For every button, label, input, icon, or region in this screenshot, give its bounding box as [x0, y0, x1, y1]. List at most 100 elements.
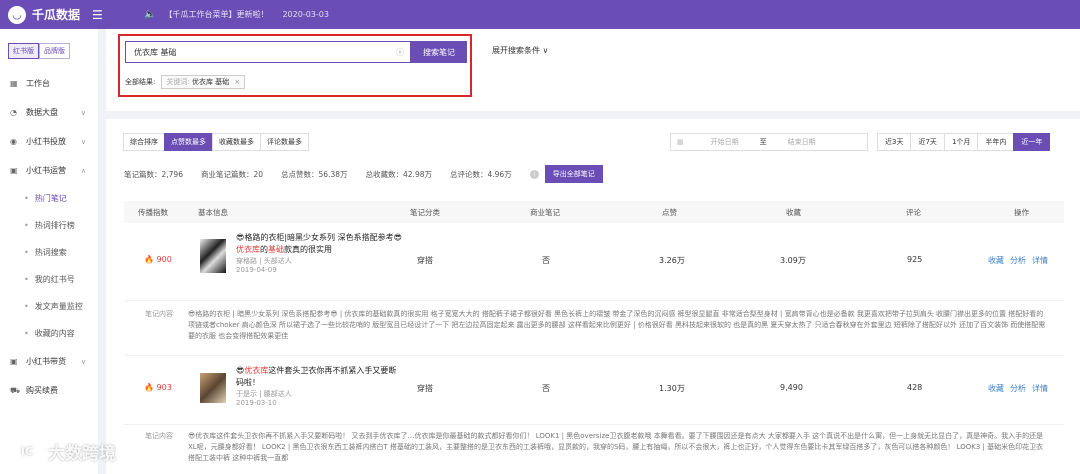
title-highlight: 优衣库 — [244, 366, 269, 375]
analyze-link[interactable]: 分析 — [1010, 256, 1026, 265]
title-highlight: 优衣库 — [236, 245, 260, 254]
table-row: 🔥 900 😎格路的衣柜|暗黑少女系列 深色系搭配参考😎 优衣库的基础款真的很实用… — [124, 229, 1064, 293]
menu-toggle-icon[interactable]: ☰ — [92, 8, 108, 22]
note-content-label: 笔记内容 — [145, 310, 173, 318]
tab-period-7d[interactable]: 近7天 — [910, 133, 945, 151]
analyze-link[interactable]: 分析 — [1010, 384, 1026, 393]
chevron-up-icon: ∧ — [80, 166, 86, 175]
col-collects[interactable]: 收藏 — [786, 207, 801, 218]
result-label: 全部结果: — [125, 78, 156, 86]
brand-logo-icon: ◡ — [8, 5, 26, 24]
sidebar-sub-monitor[interactable]: 发文声量监控 — [0, 293, 98, 320]
expand-label: 展开搜索条件 — [492, 46, 540, 55]
search-input-value: 优衣库 基础 — [134, 47, 177, 57]
tab-period-1y[interactable]: 近一年 — [1013, 133, 1051, 151]
watermark-icon: IC — [12, 436, 42, 466]
tab-sort-comments[interactable]: 评论数最多 — [260, 133, 309, 151]
col-spread-index[interactable]: 传播指数 — [138, 207, 168, 218]
keyword-chip[interactable]: 关键词: 优衣库 基础 × — [161, 75, 246, 89]
note-thumbnail[interactable] — [200, 373, 226, 403]
sidebar-sub-hot-notes[interactable]: 热门笔记 — [0, 185, 98, 212]
note-thumbnail[interactable] — [200, 239, 226, 273]
close-icon[interactable]: × — [234, 78, 240, 86]
chip-key: 关键词: — [166, 78, 190, 86]
sidebar-sub-word-search[interactable]: 热词搜索 — [0, 239, 98, 266]
search-box-highlight: 优衣库 基础 ⓧ 搜索笔记 全部结果: 关键词: 优衣库 基础 × — [118, 34, 472, 97]
export-button[interactable]: 导出全部笔记 — [544, 165, 603, 183]
sidebar-item-purchase[interactable]: ⛟ 购买续费 — [0, 376, 98, 405]
spread-index: 🔥 903 — [144, 383, 172, 392]
date-range-picker[interactable]: ▦ 开始日期 至 结束日期 — [670, 133, 868, 151]
results-panel: 综合排序 点赞数最多 收藏数最多 评论数最多 ▦ 开始日期 至 结束日期 近3天… — [106, 119, 1080, 474]
spread-index-value: 900 — [156, 255, 172, 264]
tab-period-1m[interactable]: 1个月 — [943, 133, 979, 151]
collect-link[interactable]: 收藏 — [988, 256, 1004, 265]
cart-icon: ⛟ — [10, 385, 21, 395]
sidebar-item-label: 小红书运营 — [26, 166, 66, 175]
sidebar: 红书版 品牌版 ▦ 工作台 ◔ 数据大盘 ∨ ◉ 小红书投放 ∨ ▣ 小红书运营… — [0, 29, 98, 474]
pie-chart-icon: ◔ — [10, 108, 17, 117]
col-category: 笔记分类 — [410, 208, 440, 217]
note-author[interactable]: 穿格路 | 头部达人 — [236, 256, 404, 266]
sidebar-item-commerce[interactable]: ▣ 小红书带货 ∨ — [0, 347, 98, 376]
info-icon[interactable]: i — [529, 169, 539, 179]
sidebar-item-ads[interactable]: ◉ 小红书投放 ∨ — [0, 127, 98, 156]
note-author[interactable]: 于是示 | 腰部达人 — [236, 389, 404, 399]
notice-text[interactable]: 【千瓜工作台菜单】更新啦！ — [164, 9, 268, 20]
tab-sort-likes[interactable]: 点赞数最多 — [164, 133, 213, 151]
sidebar-sub-my-account[interactable]: 我的红书号 — [0, 266, 98, 293]
result-filters: 全部结果: 关键词: 优衣库 基础 × — [125, 75, 246, 89]
tab-sort-general[interactable]: 综合排序 — [123, 133, 165, 151]
search-button[interactable]: 搜索笔记 — [411, 41, 467, 63]
sidebar-item-label: 小红书投放 — [26, 137, 66, 146]
note-title[interactable]: 😎格路的衣柜|暗黑少女系列 深色系搭配参考😎 优衣库的基础款真的很实用 — [236, 232, 404, 256]
sidebar-item-workbench[interactable]: ▦ 工作台 — [0, 69, 98, 98]
col-likes[interactable]: 点赞 — [662, 207, 677, 218]
row-actions: 收藏 分析 详情 — [988, 383, 1054, 394]
search-input[interactable]: 优衣库 基础 ⓧ — [125, 41, 411, 63]
target-icon: ◉ — [10, 137, 17, 146]
chevron-down-icon: ∨ — [80, 357, 86, 366]
sidebar-item-label: 购买续费 — [26, 386, 58, 395]
detail-link[interactable]: 详情 — [1032, 256, 1048, 265]
expand-conditions-button[interactable]: 展开搜索条件 ∨ — [492, 45, 548, 56]
note-category: 穿搭 — [417, 384, 433, 393]
col-commercial: 商业笔记 — [530, 208, 560, 217]
col-comments[interactable]: 评论 — [906, 207, 921, 218]
tab-period-6m[interactable]: 半年内 — [977, 133, 1015, 151]
title-part: 款真的很实用 — [284, 245, 332, 254]
sidebar-item-operations[interactable]: ▣ 小红书运营 ∧ — [0, 156, 98, 185]
stat-collects: 总收藏数：42.98万 — [365, 169, 432, 179]
stat-commercial: 商业笔记篇数：20 — [200, 169, 264, 179]
tab-brand[interactable]: 品牌版 — [39, 43, 70, 59]
stat-likes: 总点赞数：56.38万 — [281, 169, 348, 179]
table-row: 🔥 903 😎优衣库这件套头卫衣你再不抓紧入手又要断码啦！ 于是示 | 腰部达人… — [124, 361, 1064, 421]
calendar-icon: ▣ — [10, 166, 18, 175]
note-content-text: 😎优衣库这件套头卫衣你再不抓紧入手又要断码啦！ 又去到手优衣库了…优衣库是你最基… — [188, 432, 1044, 462]
note-collects: 9,490 — [780, 383, 803, 392]
note-info: 😎优衣库这件套头卫衣你再不抓紧入手又要断码啦！ 于是示 | 腰部达人 2019-… — [236, 365, 404, 407]
period-tabs: 近3天 近7天 1个月 半年内 近一年 — [877, 133, 1051, 151]
tab-red-book[interactable]: 红书版 — [8, 43, 39, 59]
sidebar-sub-hot-words[interactable]: 热词排行榜 — [0, 212, 98, 239]
collect-link[interactable]: 收藏 — [988, 384, 1004, 393]
watermark-logo: IC 大数跨境 — [12, 436, 116, 466]
start-date-input[interactable]: 开始日期 — [690, 137, 760, 147]
note-collects: 3.09万 — [780, 256, 806, 265]
title-highlight: 基础 — [268, 245, 284, 254]
row-divider — [124, 300, 1064, 301]
tab-sort-collects[interactable]: 收藏数最多 — [212, 133, 261, 151]
table-header: 传播指数 基本信息 笔记分类 商业笔记 点赞 收藏 评论 操作 — [124, 201, 1064, 223]
tab-period-3d[interactable]: 近3天 — [877, 133, 912, 151]
chevron-down-icon: ∨ — [80, 137, 86, 146]
detail-link[interactable]: 详情 — [1032, 384, 1048, 393]
grid-icon: ▦ — [10, 79, 18, 88]
clear-icon[interactable]: ⓧ — [396, 47, 404, 58]
row-actions: 收藏 分析 详情 — [988, 255, 1054, 266]
row-divider — [124, 424, 1064, 425]
end-date-input[interactable]: 结束日期 — [767, 137, 837, 147]
sidebar-item-dashboard[interactable]: ◔ 数据大盘 ∨ — [0, 98, 98, 127]
note-title[interactable]: 😎优衣库这件套头卫衣你再不抓紧入手又要断码啦！ — [236, 365, 404, 389]
sidebar-sub-favorites[interactable]: 收藏的内容 — [0, 320, 98, 347]
top-bar: ◡ 千瓜数据 ☰ 🔈 【千瓜工作台菜单】更新啦！ 2020-03-03 — [0, 0, 1080, 29]
